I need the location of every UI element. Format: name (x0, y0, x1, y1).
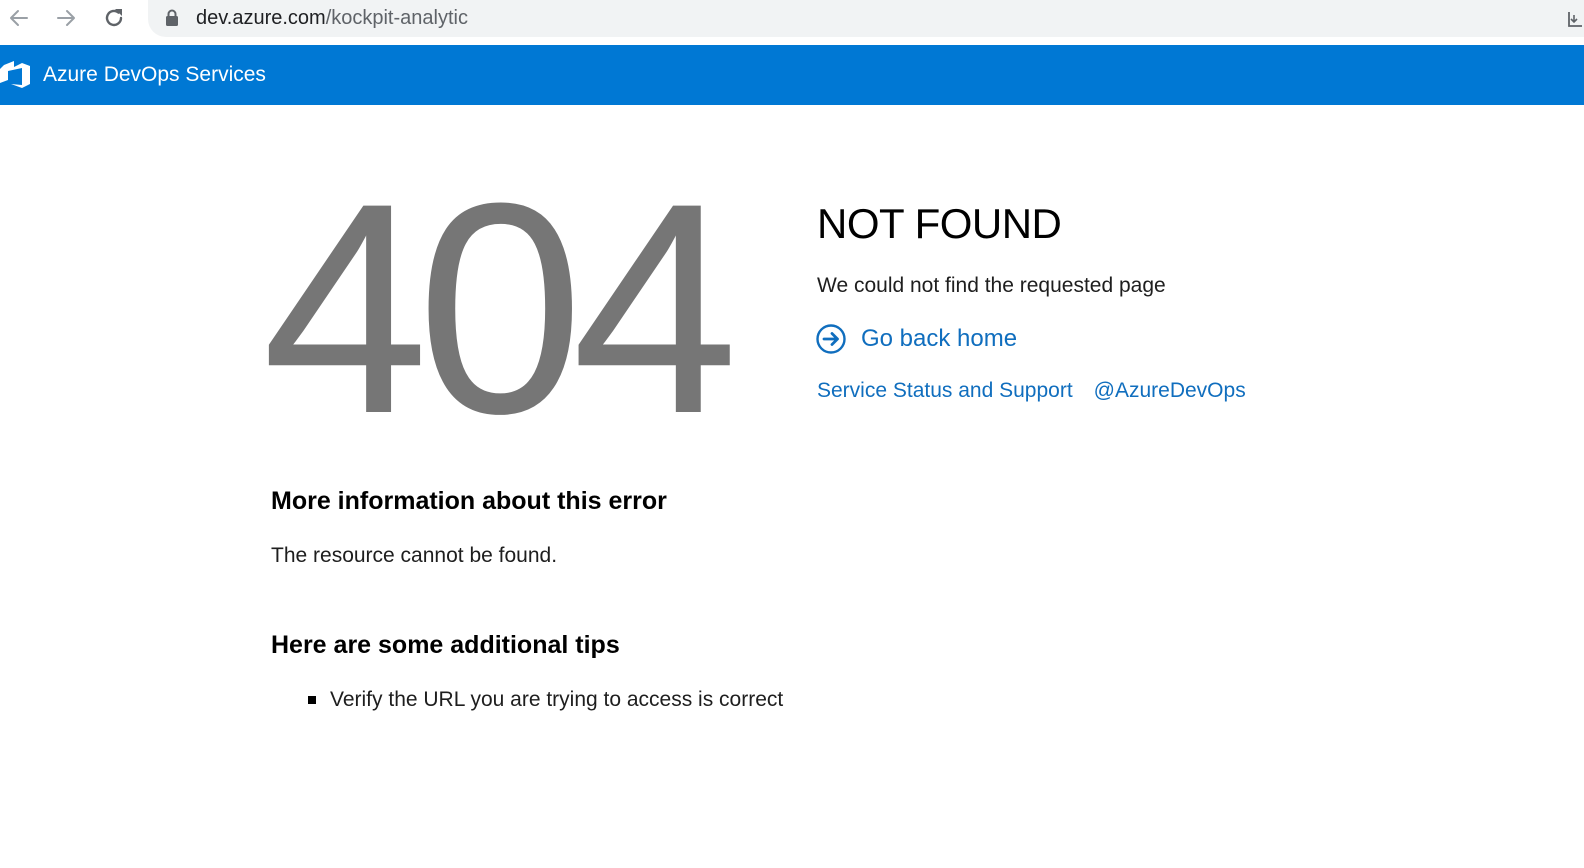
lock-icon (166, 9, 178, 26)
address-bar[interactable]: dev.azure.com/kockpit-analytic (148, 0, 1584, 37)
reload-icon (105, 9, 123, 27)
azure-devops-logo-icon[interactable] (0, 60, 32, 90)
azure-devops-header: Azure DevOps Services (0, 45, 1584, 105)
list-item: Verify the URL you are trying to access … (308, 686, 783, 714)
back-button[interactable] (5, 4, 33, 32)
go-back-home-label: Go back home (861, 325, 1018, 352)
header-title[interactable]: Azure DevOps Services (43, 62, 266, 88)
go-back-home-link[interactable]: Go back home (815, 322, 1017, 356)
support-links: Service Status and Support @AzureDevOps (817, 377, 1246, 405)
error-title: NOT FOUND (817, 200, 1062, 247)
url-host: dev.azure.com (196, 7, 326, 29)
error-code: 404 (262, 140, 739, 476)
more-info-text: The resource cannot be found. (271, 544, 558, 567)
error-description: We could not find the requested page (817, 274, 1166, 297)
tips-heading: Here are some additional tips (271, 631, 620, 659)
browser-toolbar: dev.azure.com/kockpit-analytic (0, 0, 1584, 45)
install-app-icon[interactable] (1566, 10, 1584, 28)
service-status-link[interactable]: Service Status and Support (817, 377, 1073, 405)
twitter-link[interactable]: @AzureDevOps (1094, 377, 1246, 405)
tips-list: Verify the URL you are trying to access … (308, 686, 783, 714)
arrow-right-circle-icon (816, 324, 846, 354)
url-text[interactable]: dev.azure.com/kockpit-analytic (196, 6, 468, 30)
forward-button[interactable] (52, 4, 80, 32)
back-arrow-icon (10, 10, 28, 26)
url-path: /kockpit-analytic (325, 7, 468, 29)
bullet (308, 696, 316, 704)
tip-text: Verify the URL you are trying to access … (330, 688, 784, 711)
forward-arrow-icon (57, 10, 75, 26)
reload-button[interactable] (100, 4, 128, 32)
more-info-heading: More information about this error (271, 487, 667, 515)
